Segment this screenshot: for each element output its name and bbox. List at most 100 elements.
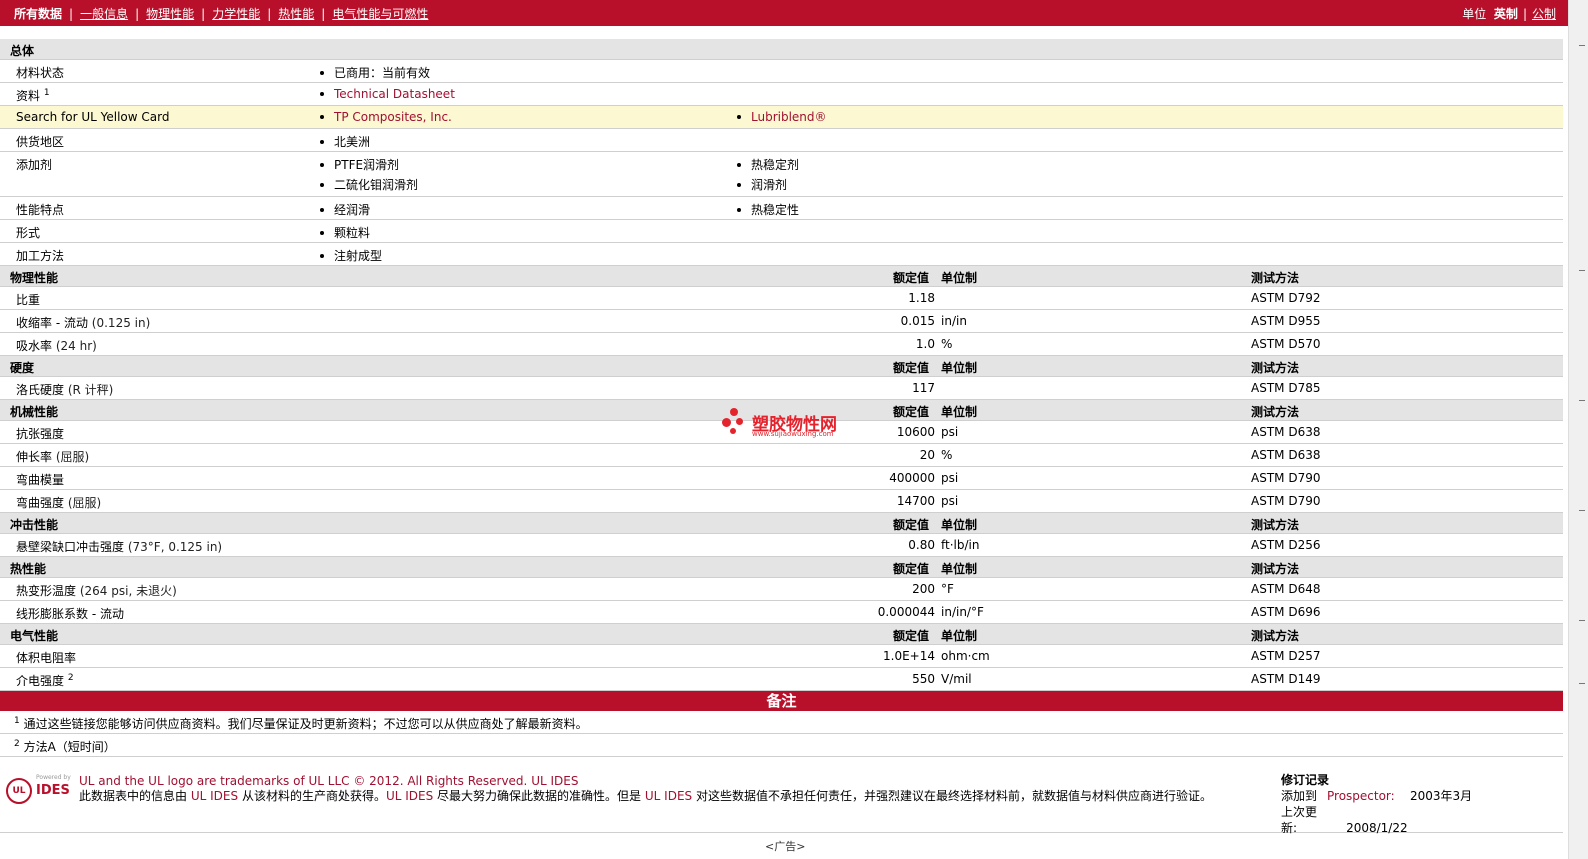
property-name: 悬壁梁缺口冲击强度: [16, 540, 125, 554]
col-header-rated: 额定值: [893, 518, 930, 532]
vertical-scrollbar[interactable]: [1568, 0, 1588, 859]
row-label: 线形膨胀系数 - 流动: [16, 605, 124, 622]
scroll-tick: [1579, 400, 1585, 401]
tab-physical[interactable]: 物理性能: [146, 5, 194, 22]
note-item: 2 方法A（短时间）: [0, 734, 1563, 757]
property-name: 洛氏硬度: [16, 383, 65, 397]
top-navigation-bar: 所有数据 | 一般信息 | 物理性能 | 力学性能 | 热性能 | 电气性能与可燃性 单位 英制 | 公…: [0, 0, 1568, 26]
bullet-icon: [320, 182, 324, 187]
section-title: 总体: [10, 44, 35, 58]
row-availability: 供货地区 北美洲: [0, 129, 1563, 152]
bullet-icon: [320, 70, 324, 75]
row-ul-yellow-card: Search for UL Yellow Card TP Composites,…: [0, 106, 1563, 129]
bullet-item: Technical Datasheet: [320, 87, 455, 101]
section-title: 热性能: [10, 562, 47, 576]
bullet-icon: [737, 207, 741, 212]
trade-name-link[interactable]: Lubriblend®: [751, 110, 827, 124]
section-title: 电气性能: [10, 629, 59, 643]
footer-line-2: 此数据表中的信息由 UL IDES 从该材料的生产商处获得。UL IDES 尽最…: [79, 789, 1259, 804]
bullet-item: Lubriblend®: [737, 110, 827, 124]
divider: |: [69, 7, 74, 21]
section-header-hardness: 硬度 额定值 单位制 测试方法: [0, 356, 1563, 377]
footer-line-1: UL and the UL logo are trademarks of UL …: [79, 774, 1259, 789]
bullet-icon: [737, 162, 741, 167]
property-name: 介电强度: [16, 674, 65, 688]
test-method: ASTM D792: [1251, 291, 1321, 305]
tab-mechanical[interactable]: 力学性能: [212, 5, 260, 22]
table-row: 洛氏硬度 (R 计秤) 117 ASTM D785: [0, 377, 1563, 400]
row-label: 添加剂: [16, 158, 53, 172]
table-row: 介电强度 2 550 V/mil ASTM D149: [0, 668, 1563, 691]
tab-all-data[interactable]: 所有数据: [14, 5, 62, 22]
updated-row: 上次更新: 2008/1/22: [1281, 804, 1472, 836]
unit: V/mil: [941, 672, 972, 686]
row-label: 加工方法: [16, 249, 65, 263]
test-condition: (264 psi, 未退火): [79, 584, 177, 598]
divider: |: [201, 7, 206, 21]
row-label: 洛氏硬度 (R 计秤): [16, 381, 113, 398]
revision-title: 修订记录: [1281, 773, 1330, 787]
tab-thermal[interactable]: 热性能: [278, 5, 314, 22]
prospector-link[interactable]: Prospector:: [1327, 789, 1395, 803]
row-label-text: 资料: [16, 89, 41, 103]
table-row: 弯曲模量 400000 psi ASTM D790: [0, 467, 1563, 490]
tab-general-info[interactable]: 一般信息: [80, 5, 128, 22]
unit: ft·lb/in: [941, 538, 980, 552]
units-label: 单位: [1462, 7, 1487, 21]
tab-electrical-flammability[interactable]: 电气性能与可燃性: [332, 5, 428, 22]
rated-value: 10600: [896, 425, 935, 439]
footer: Powered by UL IDES UL and the UL logo ar…: [0, 770, 1563, 836]
row-label: Search for UL Yellow Card: [16, 110, 170, 124]
row-label: 材料状态: [16, 66, 65, 80]
watermark-dot: [730, 428, 736, 434]
note-text-wrap: 1 通过这些链接您能够访问供应商资料。我们尽量保证及时更新资料；不过您可以从供应…: [14, 715, 588, 732]
test-method: ASTM D257: [1251, 649, 1321, 663]
unit: ohm·cm: [941, 649, 990, 663]
bullet-icon: [320, 162, 324, 167]
revision-history: 修订记录 添加到 Prospector: 2003年3月 上次更新: 2008/1…: [1281, 772, 1472, 836]
unit: psi: [941, 494, 959, 508]
test-method: ASTM D570: [1251, 337, 1321, 351]
unit-metric-link[interactable]: 公制: [1532, 7, 1556, 21]
bullet-text: 热稳定性: [751, 203, 800, 217]
logo-powered-by: Powered by: [36, 774, 71, 781]
footnote-ref: 2: [67, 673, 74, 683]
disclaimer-text: 此数据表中的信息由: [79, 789, 188, 803]
col-header-method: 测试方法: [1251, 361, 1300, 375]
notes-header: 备注: [0, 691, 1563, 711]
row-label: 伸长率 (屈服): [16, 448, 89, 465]
test-method: ASTM D696: [1251, 605, 1321, 619]
ides-logo-text: IDES: [36, 783, 70, 798]
table-row: 吸水率 (24 hr) 1.0 % ASTM D570: [0, 333, 1563, 356]
updated-label: 上次更新:: [1281, 805, 1318, 835]
bullet-icon: [320, 139, 324, 144]
table-row: 热变形温度 (264 psi, 未退火) 200 °F ASTM D648: [0, 578, 1563, 601]
added-label: 添加到: [1281, 789, 1318, 803]
row-material-status: 材料状态 已商用：当前有效: [0, 60, 1563, 83]
row-label: 比重: [16, 291, 40, 308]
ul-ides-link[interactable]: UL IDES: [645, 789, 692, 803]
col-header-unit: 单位制: [941, 629, 978, 643]
bullet-item: 注射成型: [320, 247, 382, 264]
test-method: ASTM D648: [1251, 582, 1321, 596]
test-method: ASTM D149: [1251, 672, 1321, 686]
row-features: 性能特点 经润滑 热稳定性: [0, 197, 1563, 220]
note-text: 通过这些链接您能够访问供应商资料。我们尽量保证及时更新资料；不过您可以从供应商处…: [23, 717, 588, 731]
ul-ides-link[interactable]: UL IDES: [191, 789, 238, 803]
row-label: 体积电阻率: [16, 649, 76, 666]
ul-ides-link[interactable]: UL IDES: [386, 789, 433, 803]
unit: °F: [941, 582, 954, 596]
table-row: 体积电阻率 1.0E+14 ohm·cm ASTM D257: [0, 645, 1563, 668]
col-header-unit: 单位制: [941, 361, 978, 375]
rated-value: 550: [912, 672, 935, 686]
bullet-icon: [320, 114, 324, 119]
technical-datasheet-link[interactable]: Technical Datasheet: [334, 87, 455, 101]
unit-english[interactable]: 英制: [1494, 7, 1518, 21]
trademark-text: UL and the UL logo are trademarks of UL …: [79, 774, 528, 788]
site-watermark: 塑胶物性网 www.sujiaowuxing.com: [722, 406, 852, 440]
ul-ides-logo[interactable]: Powered by UL IDES: [6, 774, 72, 804]
unit-switcher: 单位 英制 | 公制: [1462, 5, 1556, 22]
supplier-link[interactable]: TP Composites, Inc.: [334, 110, 452, 124]
note-text: 方法A（短时间）: [23, 740, 116, 754]
ul-ides-link[interactable]: UL IDES: [531, 774, 578, 788]
